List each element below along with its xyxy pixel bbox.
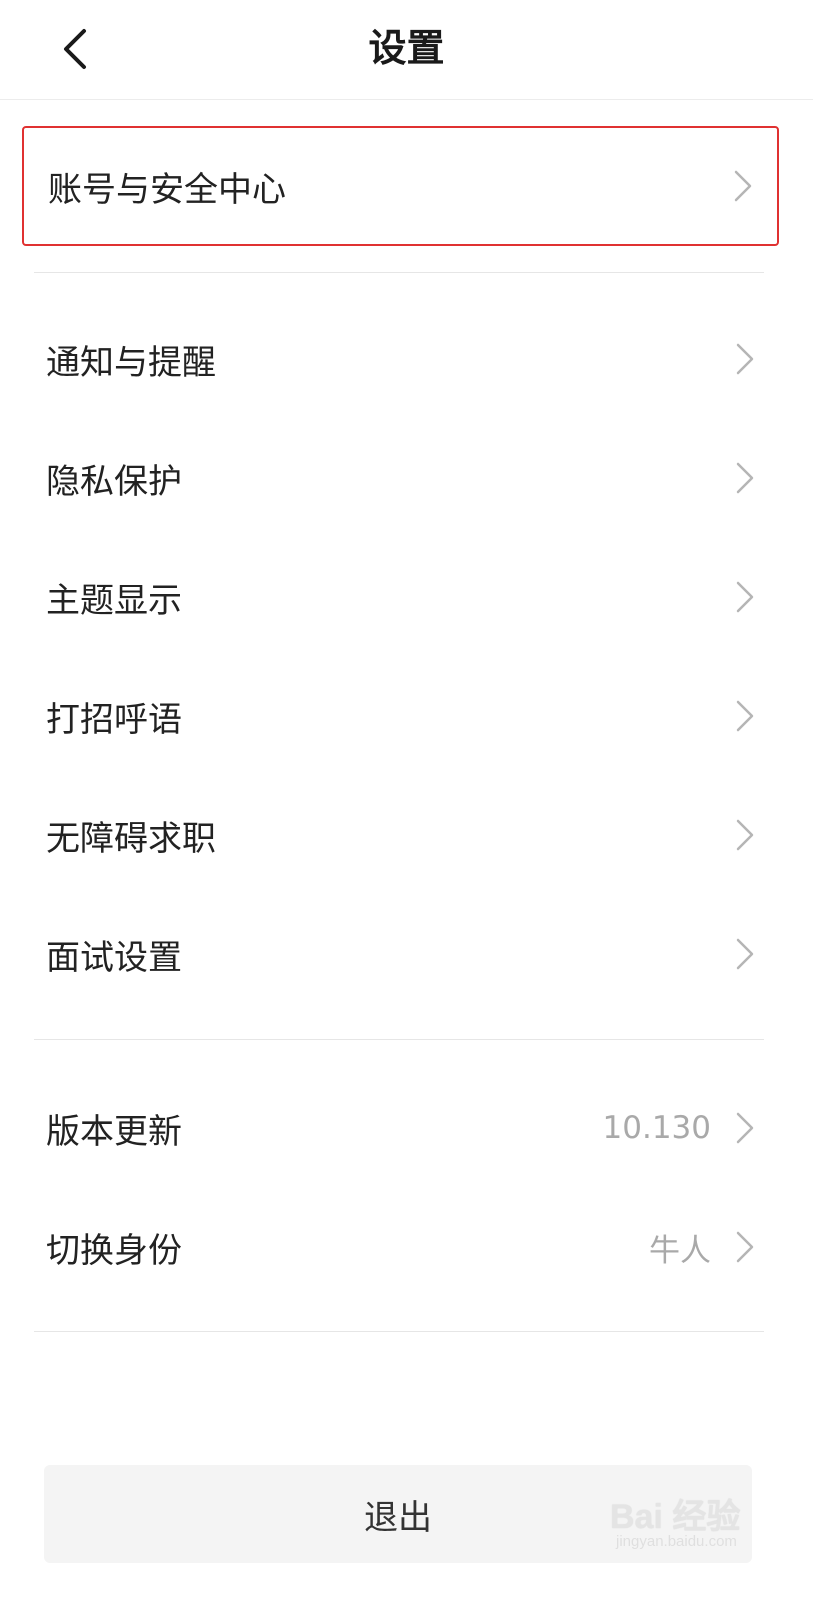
settings-item-accessibility[interactable]: 无障碍求职 xyxy=(22,776,779,894)
settings-item-privacy[interactable]: 隐私保护 xyxy=(22,419,779,537)
chevron-right-icon xyxy=(736,581,754,613)
settings-item-notifications[interactable]: 通知与提醒 xyxy=(22,300,779,418)
version-value: 10.130 xyxy=(602,1110,711,1146)
settings-item-greeting[interactable]: 打招呼语 xyxy=(22,657,779,775)
settings-item-label: 主题显示 xyxy=(46,580,182,621)
settings-item-label: 版本更新 xyxy=(46,1111,182,1152)
settings-item-account-security[interactable]: 账号与安全中心 xyxy=(22,126,779,246)
settings-page: 设置 账号与安全中心 通知与提醒 隐私保护 主题显示 打招呼语 无障碍求职 面试… xyxy=(0,0,813,1600)
chevron-left-icon xyxy=(64,29,86,69)
settings-item-switch-identity[interactable]: 切换身份 牛人 xyxy=(22,1188,779,1306)
logout-button[interactable]: 退出 xyxy=(44,1465,752,1563)
chevron-right-icon xyxy=(736,819,754,851)
chevron-right-icon xyxy=(736,938,754,970)
settings-item-label: 面试设置 xyxy=(46,937,182,978)
chevron-right-icon xyxy=(736,1112,754,1144)
chevron-right-icon xyxy=(736,700,754,732)
settings-item-label: 无障碍求职 xyxy=(46,818,216,859)
settings-item-interview[interactable]: 面试设置 xyxy=(22,895,779,1013)
section-divider xyxy=(34,1331,764,1332)
chevron-right-icon xyxy=(734,170,752,202)
settings-item-label: 切换身份 xyxy=(46,1230,182,1271)
settings-item-theme[interactable]: 主题显示 xyxy=(22,538,779,656)
section-divider xyxy=(34,272,764,273)
chevron-right-icon xyxy=(736,462,754,494)
settings-item-label: 账号与安全中心 xyxy=(48,169,286,210)
header-bar: 设置 xyxy=(0,0,813,100)
section-divider xyxy=(34,1039,764,1040)
settings-item-label: 通知与提醒 xyxy=(46,342,216,383)
settings-item-label: 隐私保护 xyxy=(46,461,182,502)
back-button[interactable] xyxy=(40,14,110,84)
chevron-right-icon xyxy=(736,343,754,375)
settings-item-version-update[interactable]: 版本更新 10.130 xyxy=(22,1069,779,1187)
page-title: 设置 xyxy=(368,26,445,70)
settings-item-label: 打招呼语 xyxy=(46,699,182,740)
chevron-right-icon xyxy=(736,1231,754,1263)
identity-value: 牛人 xyxy=(649,1232,711,1269)
